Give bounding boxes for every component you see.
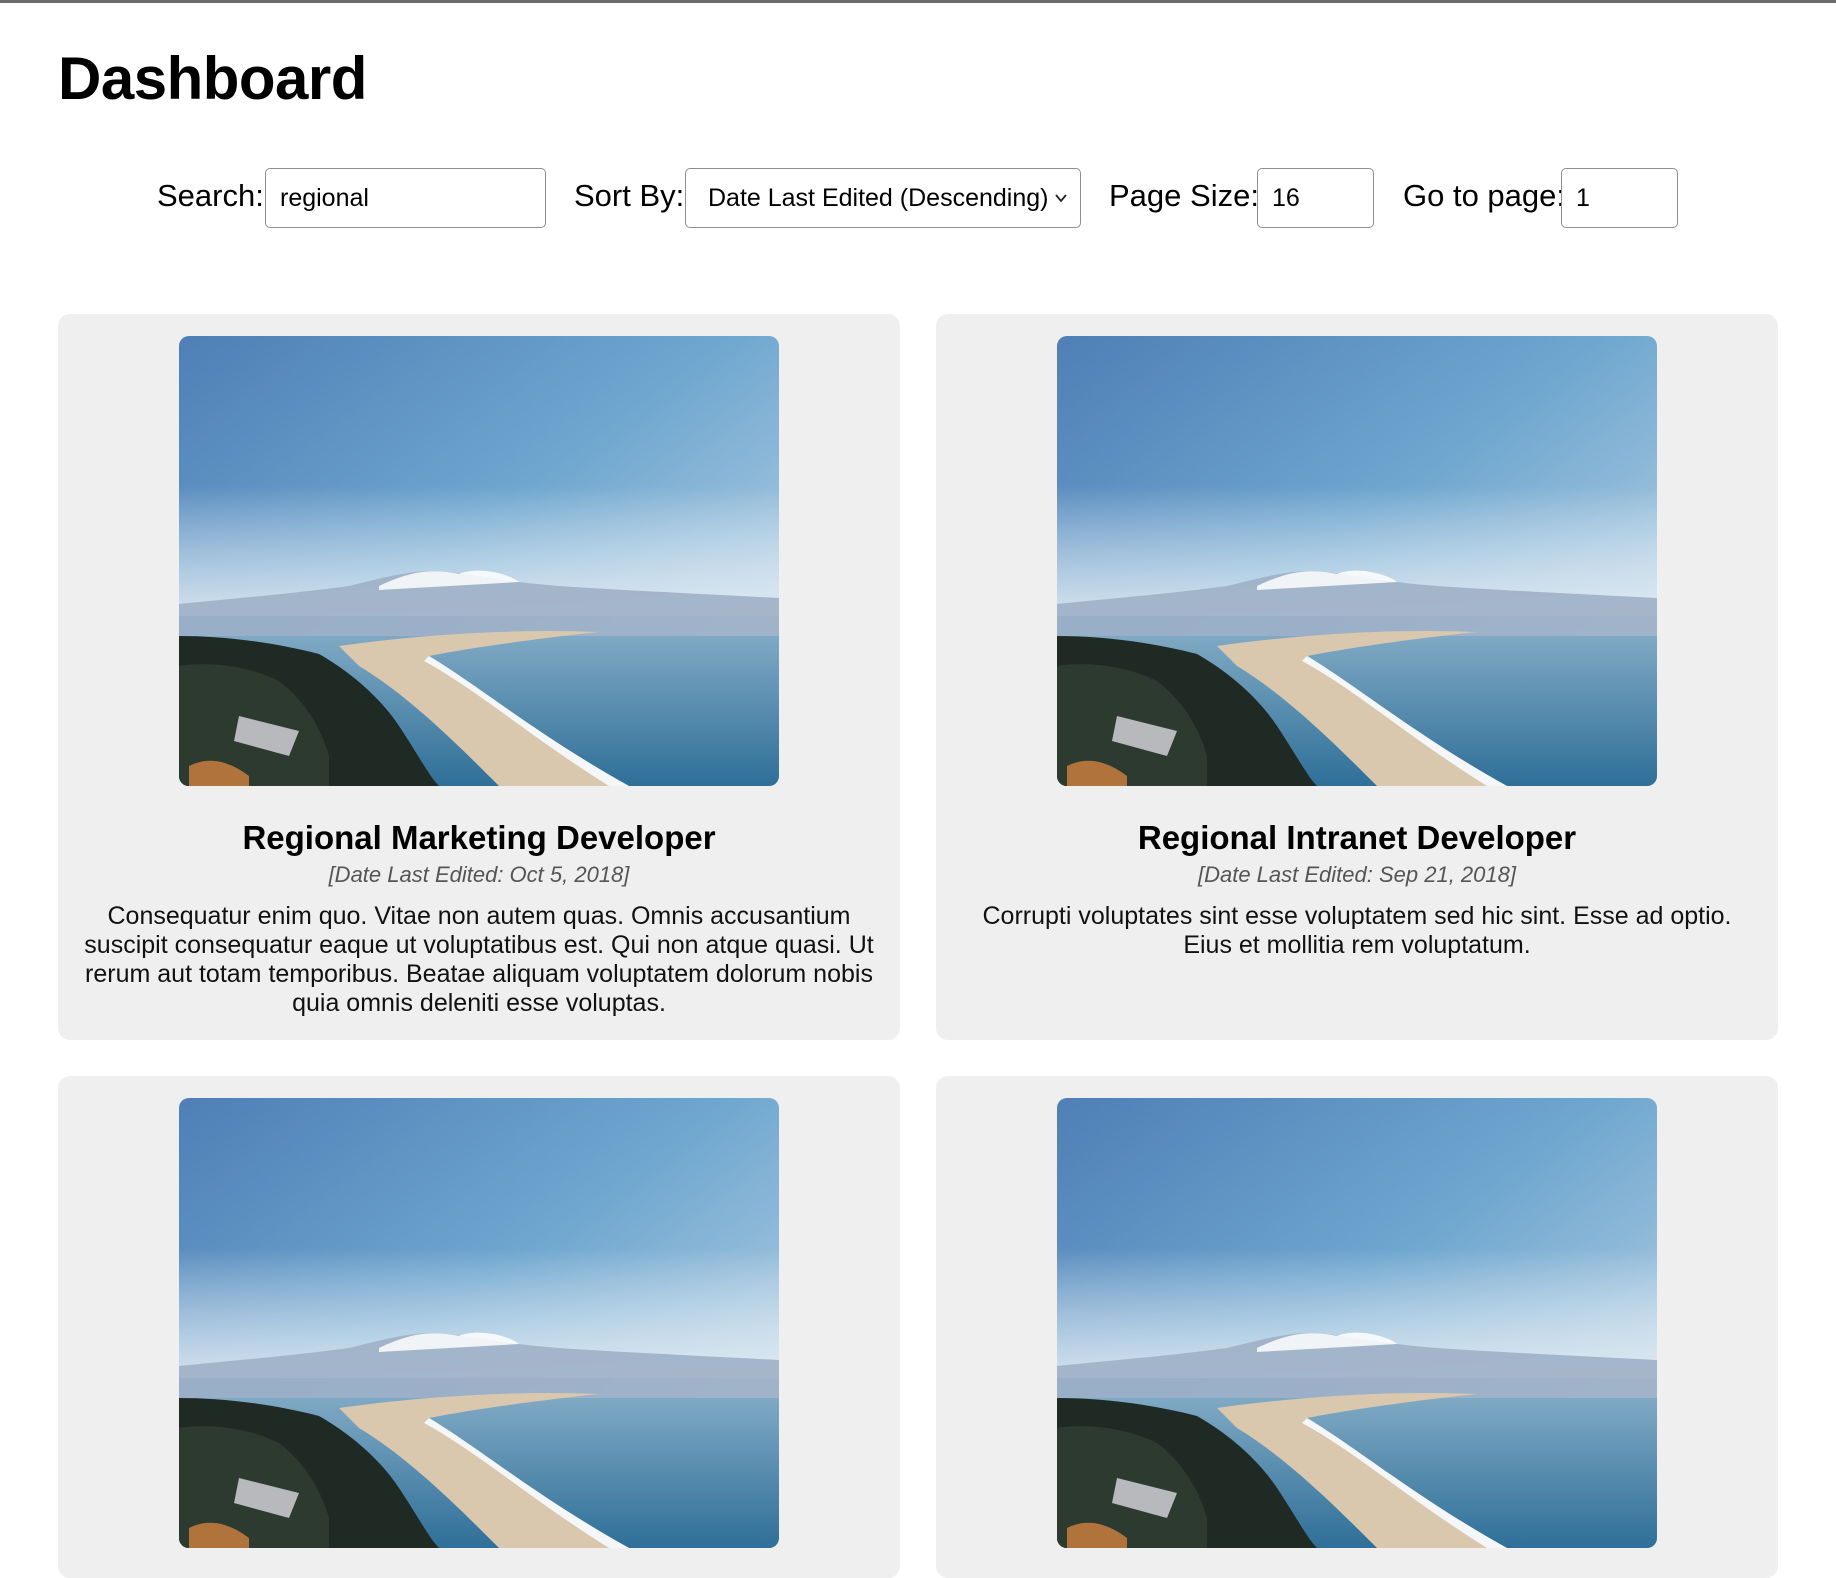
page-size-label: Page Size: bbox=[1109, 178, 1259, 213]
coastline-photo bbox=[1057, 1098, 1657, 1548]
search-label: Search: bbox=[157, 178, 264, 213]
sort-by-value: Date Last Edited (Descending) bbox=[708, 184, 1049, 212]
card[interactable] bbox=[58, 1076, 900, 1578]
card-title: Regional Marketing Developer bbox=[242, 819, 716, 856]
coastline-photo bbox=[1057, 336, 1657, 786]
card-date: [Date Last Edited: Oct 5, 2018] bbox=[328, 862, 630, 887]
card-description: Consequatur enim quo. Vitae non autem qu… bbox=[84, 902, 874, 1017]
sort-by-label: Sort By: bbox=[574, 178, 685, 213]
card[interactable] bbox=[936, 1076, 1778, 1578]
coastline-photo bbox=[179, 336, 779, 786]
page-size-input[interactable]: 16 bbox=[1257, 168, 1374, 228]
goto-page-input[interactable]: 1 bbox=[1561, 168, 1678, 228]
card-date: [Date Last Edited: Sep 21, 2018] bbox=[1197, 862, 1516, 887]
coastline-photo bbox=[179, 1098, 779, 1548]
card-description: Corrupti voluptates sint esse voluptatem… bbox=[982, 902, 1732, 959]
chevron-down-icon bbox=[1055, 194, 1067, 203]
top-border bbox=[0, 0, 1836, 3]
controls-bar: Search: regional Sort By: Date Last Edit… bbox=[0, 168, 1836, 228]
goto-page-label: Go to page: bbox=[1403, 178, 1566, 213]
sort-by-select[interactable]: Date Last Edited (Descending) bbox=[685, 168, 1081, 228]
page-title: Dashboard bbox=[58, 45, 367, 112]
card[interactable]: Regional Intranet Developer [Date Last E… bbox=[936, 314, 1778, 1040]
card[interactable]: Regional Marketing Developer [Date Last … bbox=[58, 314, 900, 1040]
search-input[interactable]: regional bbox=[265, 168, 546, 228]
card-title: Regional Intranet Developer bbox=[1137, 819, 1577, 856]
